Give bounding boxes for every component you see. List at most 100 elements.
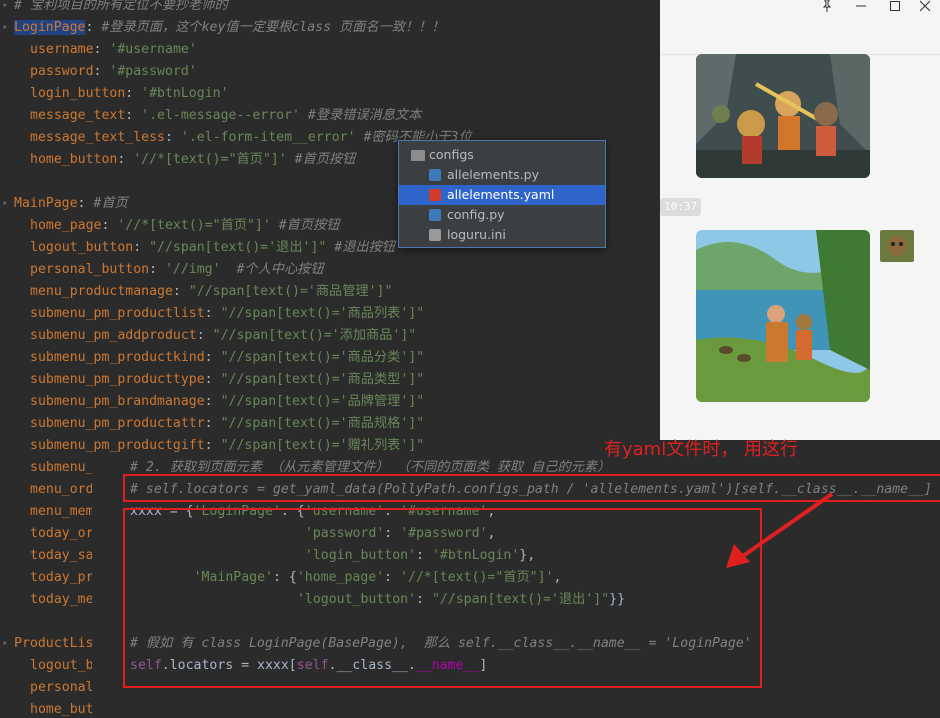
code-token: : — [164, 130, 181, 145]
tree-file-item[interactable]: allelements.yaml — [399, 185, 605, 205]
fold-marker-icon[interactable]: ▾ — [2, 23, 12, 33]
code-line[interactable]: submenu_pm_addproduct: "//span[text()='添… — [30, 325, 416, 347]
code-line[interactable]: menu_mem — [30, 501, 94, 523]
code-token: : — [204, 438, 221, 453]
code-line[interactable]: ProductLis — [14, 633, 93, 655]
code-line[interactable]: menu_productmanage: "//span[text()='商品管理… — [30, 281, 392, 303]
code-token: "//span[text()='赠礼列表']" — [220, 438, 425, 453]
code-token: : — [196, 328, 213, 343]
code-token: #登录错误消息文本 — [299, 108, 422, 123]
code-token: : — [125, 108, 142, 123]
code-token: #退出按钮 — [326, 240, 395, 255]
code-token: submenu_pm_addproduct — [30, 328, 197, 343]
tree-folder-label: configs — [429, 147, 474, 162]
pin-icon[interactable] — [812, 0, 842, 14]
code-token: menu_productmanage — [30, 284, 173, 299]
code-token: : — [204, 350, 221, 365]
highlight-box-dict-code — [123, 508, 762, 688]
chat-title-bar — [660, 0, 940, 55]
code-line[interactable]: # 宝利项目的所有定位不要抄老师的 — [14, 0, 228, 17]
code-line[interactable]: home_but — [30, 699, 94, 718]
tree-folder-configs[interactable]: configs — [399, 145, 605, 165]
tree-file-item[interactable]: allelements.py — [399, 165, 605, 185]
code-token: : — [93, 42, 110, 57]
code-line[interactable]: personal — [30, 677, 94, 699]
code-token: submenu_pm_productkind — [30, 350, 205, 365]
code-token: menu_mem — [30, 504, 94, 519]
code-line[interactable]: today_me — [30, 589, 94, 611]
tree-file-label: allelements.yaml — [447, 187, 555, 202]
code-line[interactable]: logout_button: "//span[text()='退出']" #退出… — [30, 237, 395, 259]
chat-image-journey-lake[interactable] — [696, 230, 870, 402]
code-token: : — [172, 284, 189, 299]
code-token: submenu_pm_productattr — [30, 416, 205, 431]
folder-icon — [411, 150, 425, 161]
minimize-icon[interactable] — [846, 0, 876, 14]
fold-marker-icon[interactable]: ▾ — [2, 1, 12, 11]
code-line[interactable]: password: '#password' — [30, 61, 197, 83]
code-line[interactable]: submenu_pm_producttype: "//span[text()='… — [30, 369, 424, 391]
code-token: "//span[text()='商品分类']" — [220, 350, 425, 365]
code-line[interactable]: LoginPage: #登录页面，这个key值一定要根class 页面名一致！！… — [14, 17, 445, 39]
code-line[interactable]: MainPage: #首页 — [14, 193, 128, 215]
code-line[interactable]: menu_ord — [30, 479, 94, 501]
tree-file-item[interactable]: loguru.ini — [399, 225, 605, 245]
close-icon[interactable] — [910, 0, 940, 14]
code-token: : — [204, 372, 221, 387]
code-token: LoginPage — [14, 20, 86, 35]
code-line[interactable]: submenu_pm_productkind: "//span[text()='… — [30, 347, 424, 369]
code-line[interactable]: submenu_pm_productattr: "//span[text()='… — [30, 413, 424, 435]
code-line[interactable]: submenu_pm_productlist: "//span[text()='… — [30, 303, 424, 325]
code-token: "//span[text()='添加商品']" — [212, 328, 417, 343]
code-token: '#password' — [109, 64, 197, 79]
code-token: #首页按钮 — [286, 152, 356, 167]
code-token: '#btnLogin' — [141, 86, 229, 101]
project-file-tree[interactable]: configs allelements.py allelements.yaml co… — [398, 140, 606, 248]
code-token: # 宝利项目的所有定位不要抄老师的 — [14, 0, 228, 13]
code-token: login_button — [30, 86, 126, 101]
code-token: submenu_pm_productgift — [30, 438, 205, 453]
code-line[interactable]: home_page: '//*[text()="首页"]' #首页按钮 — [30, 215, 339, 237]
code-token: : — [101, 218, 118, 233]
tree-file-label: allelements.py — [447, 167, 539, 182]
code-token: submenu_ — [30, 460, 94, 475]
py-file-icon — [429, 209, 441, 221]
code-token: : — [204, 306, 221, 321]
code-token: submenu_pm_producttype — [30, 372, 205, 387]
code-token: : — [125, 86, 142, 101]
py-file-icon — [429, 169, 441, 181]
code-line[interactable]: today_pr — [30, 567, 94, 589]
code-line[interactable]: today_or — [30, 523, 94, 545]
code-token: ProductLis — [14, 636, 94, 651]
code-token: home_button — [30, 152, 118, 167]
code-token: MainPage — [14, 196, 78, 211]
code-token: : — [85, 20, 102, 35]
code-token: message_text_less — [30, 130, 165, 145]
code-line[interactable]: today_sa — [30, 545, 94, 567]
tree-file-label: config.py — [447, 207, 505, 222]
code-token: #登录页面，这个key值一定要根class 页面名一致！！！ — [101, 20, 445, 35]
code-line[interactable]: login_button: '#btnLogin' — [30, 83, 229, 105]
code-token: : — [117, 152, 134, 167]
code-token: message_text — [30, 108, 126, 123]
code-token: # 2. 获取到页面元素 （从元素管理文件） （不同的页面类 获取 自己的元素） — [130, 460, 611, 475]
yaml-file-icon — [429, 189, 441, 201]
code-line[interactable]: personal_button: '//img' #个人中心按钮 — [30, 259, 324, 281]
chat-image-monkey-fight[interactable] — [696, 54, 870, 178]
code-line[interactable]: message_text: '.el-message--error' #登录错误… — [30, 105, 421, 127]
code-line[interactable]: username: '#username' — [30, 39, 197, 61]
maximize-icon[interactable] — [880, 0, 910, 14]
tree-file-item[interactable]: config.py — [399, 205, 605, 225]
annotation-arrow-icon — [726, 492, 834, 568]
code-token: personal — [30, 680, 94, 695]
code-token: '//img' — [164, 262, 221, 277]
fold-marker-icon[interactable]: ▾ — [2, 639, 12, 649]
code-line[interactable]: logout_b — [30, 655, 94, 677]
code-line[interactable]: submenu_pm_brandmanage: "//span[text()='… — [30, 391, 424, 413]
code-line[interactable]: home_button: '//*[text()="首页"]' #首页按钮 — [30, 149, 355, 171]
chat-avatar[interactable] — [880, 230, 914, 262]
code-token: '//*[text()="首页"]' — [133, 152, 287, 167]
fold-marker-icon[interactable]: ▾ — [2, 199, 12, 209]
code-line[interactable]: submenu_ — [30, 457, 94, 479]
code-token: submenu_pm_brandmanage — [30, 394, 205, 409]
